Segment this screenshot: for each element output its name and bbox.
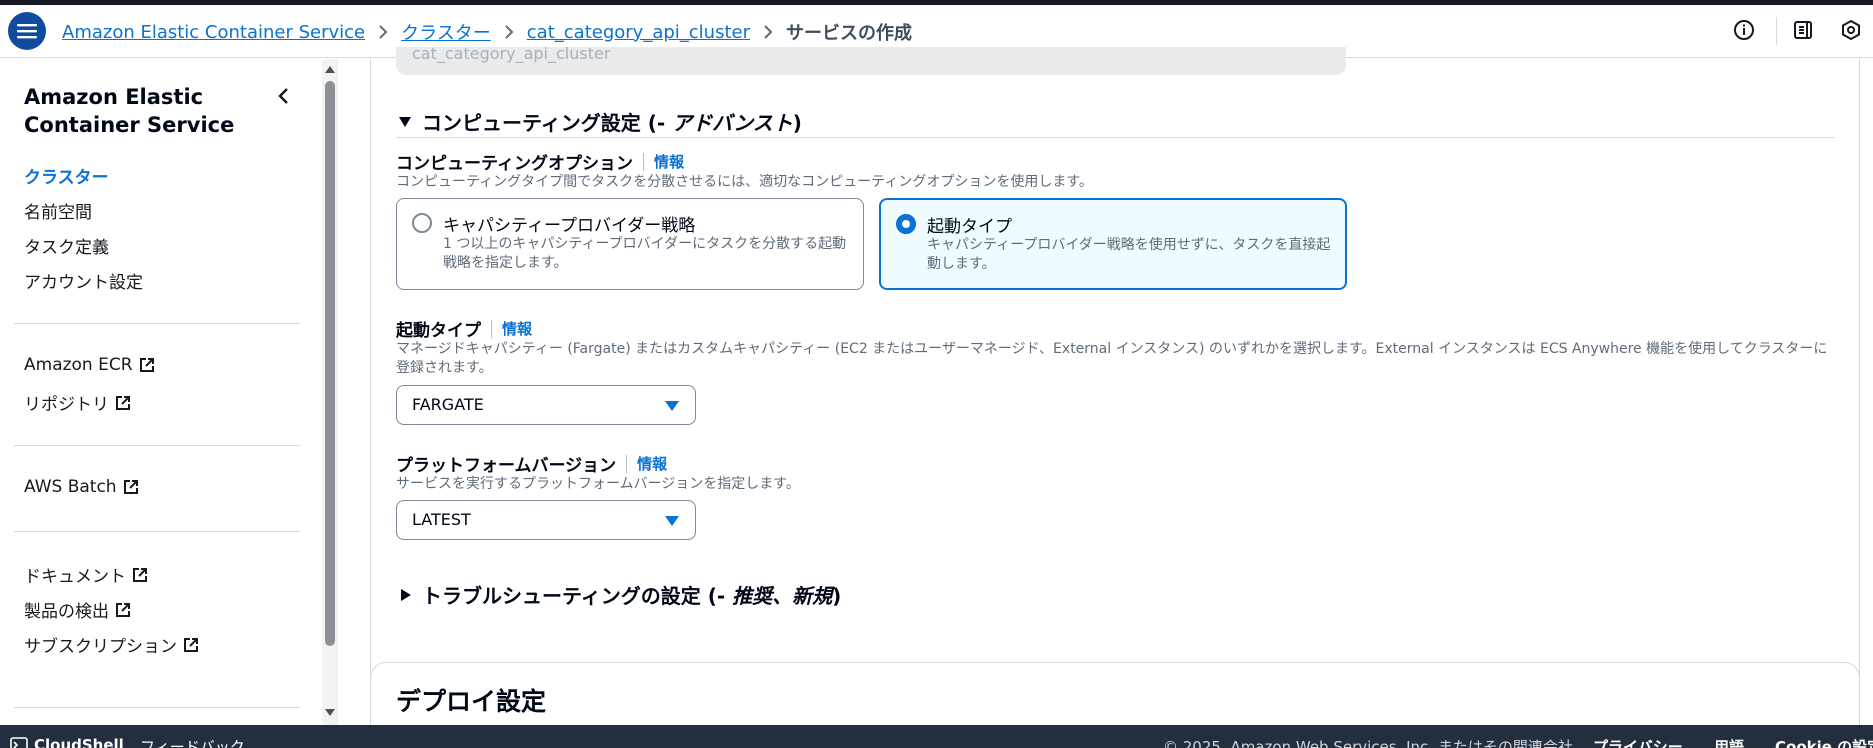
capacity-provider-strategy-tile[interactable]: キャパシティープロバイダー戦略 1 つ以上のキャパシティープロバイダーにタスクを… (396, 198, 864, 290)
launch-type-value: FARGATE (412, 395, 484, 414)
sidebar-item-label: 名前空間 (24, 203, 92, 223)
troubleshooting-config-title: トラブルシューティングの設定 (- 推奨、新規) (422, 584, 842, 608)
tile-description: 1 つ以上のキャパシティープロバイダーにタスクを分散する起動戦略を指定します。 (443, 236, 847, 271)
platform-version-label: プラットフォームバージョン 情報 (396, 453, 668, 476)
deploy-settings-title: デプロイ設定 (396, 687, 547, 716)
platform-version-info-link[interactable]: 情報 (637, 453, 667, 474)
cloudshell-button[interactable]: CloudShell (10, 736, 124, 748)
launch-type-tile[interactable]: 起動タイプ キャパシティープロバイダー戦略を使用せずに、タスクを直接起動します。 (879, 198, 1347, 290)
troubleshooting-config-expander[interactable]: トラブルシューティングの設定 (- 推奨、新規) (400, 580, 841, 609)
external-link-icon (116, 395, 130, 410)
side-navigation: Amazon Elastic Container Service クラスター 名… (0, 59, 322, 725)
terms-link[interactable]: 用語 (1714, 736, 1744, 748)
sidebar-item-label: ドキュメント (24, 567, 126, 587)
external-link-icon (116, 602, 130, 617)
scroll-up-arrow-icon[interactable] (324, 63, 336, 75)
deployment-card (370, 662, 1860, 725)
scrollbar-thumb[interactable] (325, 81, 335, 646)
sidebar-item-documentation[interactable]: ドキュメント (24, 562, 148, 587)
external-link-icon (139, 358, 154, 372)
hamburger-menu-icon (17, 24, 37, 39)
sidebar-item-clusters[interactable]: クラスター (24, 163, 109, 188)
sidebar-item-label: タスク定義 (24, 238, 109, 258)
chevron-right-icon (504, 25, 514, 39)
sidebar-item-subscriptions[interactable]: サブスクリプション (24, 632, 199, 657)
sidebar-item-label: AWS Batch (24, 477, 117, 497)
privacy-link[interactable]: プライバシー (1593, 736, 1683, 748)
compute-config-expander[interactable]: コンピューティング設定 (- アドバンスト) (398, 107, 802, 136)
external-link-icon (184, 637, 198, 652)
sidebar-divider (14, 707, 300, 708)
cluster-name-input: cat_category_api_cluster (396, 47, 1346, 75)
sidebar-divider (14, 531, 300, 532)
external-link-icon (133, 567, 147, 582)
scroll-down-arrow-icon[interactable] (324, 707, 336, 719)
caret-down-icon (665, 516, 679, 526)
label-separator (626, 454, 628, 473)
sidebar-item-amazon-ecr[interactable]: Amazon ECR (24, 355, 155, 375)
sidebar-item-label: 製品の検出 (24, 602, 109, 622)
launch-type-description: マネージドキャパシティー (Fargate) またはカスタムキャパシティー (E… (396, 341, 1828, 376)
compute-option-info-link[interactable]: 情報 (654, 151, 684, 172)
breadcrumb-current: サービスの作成 (786, 23, 912, 44)
sidebar-item-account-settings[interactable]: アカウント設定 (24, 268, 143, 293)
cluster-name-value: cat_category_api_cluster (412, 47, 611, 63)
label-separator (642, 152, 644, 171)
info-circle-icon[interactable] (1731, 17, 1757, 43)
tile-title: 起動タイプ (927, 217, 1012, 237)
platform-version-description: サービスを実行するプラットフォームバージョンを指定します。 (396, 476, 800, 492)
sidebar-item-label: Amazon ECR (24, 355, 133, 375)
sidebar-item-label: リポジトリ (24, 395, 109, 415)
feedback-link[interactable]: フィードバック (140, 736, 245, 748)
sidebar-divider (14, 445, 300, 446)
cloudshell-label: CloudShell (34, 736, 124, 748)
chevron-right-icon (763, 25, 773, 39)
label-separator (491, 319, 492, 338)
sidebar-item-aws-batch[interactable]: AWS Batch (24, 477, 139, 497)
sidebar-item-label: サブスクリプション (24, 637, 177, 657)
sidebar-title[interactable]: Amazon Elastic Container Service (24, 83, 264, 139)
launch-type-radio[interactable] (896, 214, 916, 234)
sidebar-scrollbar[interactable] (322, 59, 338, 725)
launch-type-info-link[interactable]: 情報 (502, 318, 532, 339)
platform-version-select[interactable]: LATEST (396, 500, 696, 540)
cloudshell-icon (10, 737, 28, 748)
tile-title: キャパシティープロバイダー戦略 (443, 216, 696, 236)
platform-version-value: LATEST (412, 510, 471, 529)
breadcrumb-ecs[interactable]: Amazon Elastic Container Service (62, 22, 365, 43)
launch-type-label: 起動タイプ 情報 (396, 318, 533, 341)
sidebar-item-task-definitions[interactable]: タスク定義 (24, 233, 109, 258)
chevron-left-icon (278, 88, 288, 104)
sidebar-item-discover-products[interactable]: 製品の検出 (24, 597, 131, 622)
sidebar-item-repositories[interactable]: リポジトリ (24, 390, 131, 415)
compute-option-description: コンピューティングタイプ間でタスクを分散させるには、適切なコンピューティングオプ… (396, 174, 1093, 190)
compute-config-title: コンピューティング設定 (- アドバンスト) (422, 111, 802, 135)
triangle-right-icon (401, 588, 411, 601)
external-link-icon (123, 480, 138, 494)
triangle-down-icon (399, 116, 411, 127)
breadcrumb-clusters[interactable]: クラスター (401, 19, 491, 45)
tile-description: キャパシティープロバイダー戦略を使用せずに、タスクを直接起動します。 (927, 237, 1331, 272)
breadcrumb-cluster-name[interactable]: cat_category_api_cluster (527, 22, 750, 43)
notifications-panel-icon[interactable] (1791, 17, 1817, 43)
header-divider (1776, 17, 1777, 45)
compute-option-label: コンピューティングオプション 情報 (396, 151, 684, 174)
capacity-provider-radio[interactable] (412, 213, 432, 233)
collapse-sidebar-button[interactable] (270, 83, 296, 109)
launch-type-select[interactable]: FARGATE (396, 385, 696, 425)
chevron-right-icon (378, 25, 388, 39)
hamburger-menu-button[interactable] (8, 12, 46, 50)
footer: CloudShell フィードバック © 2025, Amazon Web Se… (0, 725, 1873, 748)
settings-hex-icon[interactable] (1838, 17, 1864, 43)
caret-down-icon (665, 401, 679, 411)
sidebar-item-label: アカウント設定 (24, 273, 143, 293)
copyright-text: © 2025, Amazon Web Services, Inc. またはその関… (1163, 738, 1588, 748)
section-divider (396, 137, 1834, 138)
sidebar-item-namespaces[interactable]: 名前空間 (24, 198, 92, 223)
breadcrumb: Amazon Elastic Container Service クラスター c… (62, 19, 912, 45)
sidebar-item-label: クラスター (24, 168, 109, 188)
cookie-settings-link[interactable]: Cookie の設定 (1775, 736, 1873, 748)
sidebar-divider (14, 323, 300, 324)
